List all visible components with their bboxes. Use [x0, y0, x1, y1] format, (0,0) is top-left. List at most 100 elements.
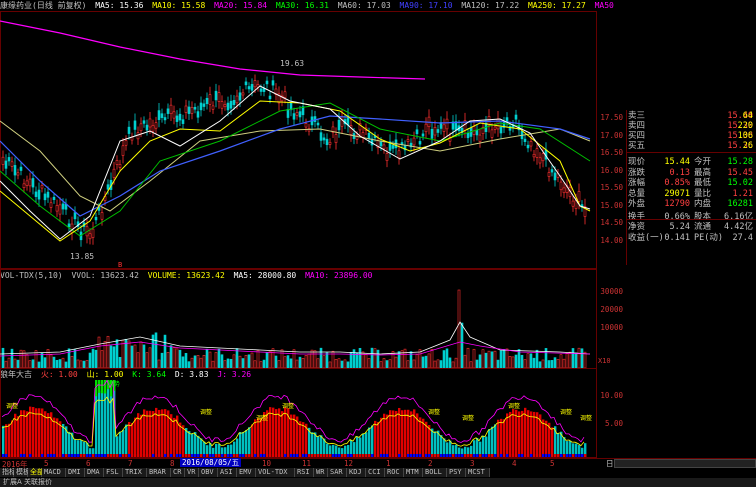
tab-指标[interactable]: 指标 — [0, 468, 16, 477]
tab-rsi[interactable]: RSI — [295, 468, 314, 477]
volume-bar — [481, 349, 485, 368]
quote-row: 涨跌 0.13 最高 15.45 — [626, 168, 756, 178]
volume-bar — [211, 360, 215, 368]
candle — [316, 119, 320, 130]
indicator-bar — [374, 420, 377, 457]
bottom-bar[interactable]: 扩展A 关联报价 — [0, 478, 756, 487]
month-label: 2 — [428, 459, 433, 468]
indicator-base — [446, 454, 449, 457]
volume-bar — [1, 347, 5, 368]
indicator-base — [101, 454, 104, 457]
period-selector[interactable]: 日 — [606, 458, 614, 469]
candle — [70, 216, 74, 241]
indicator-bar — [530, 411, 533, 457]
indicator-base — [158, 454, 161, 457]
indicator-bar — [371, 425, 374, 457]
candle — [127, 120, 131, 140]
indicator-base — [482, 454, 485, 457]
tab-obv[interactable]: OBV — [199, 468, 218, 477]
volume-bar — [460, 322, 464, 368]
volume-bar — [421, 356, 425, 368]
indicator-bar — [392, 410, 395, 457]
tab-全部[interactable]: 全部 — [28, 468, 44, 477]
volume-bar — [316, 358, 320, 368]
candle — [418, 137, 422, 149]
tab-cci[interactable]: CCI — [366, 468, 385, 477]
candle — [409, 138, 413, 152]
quote-key: 涨跌 — [628, 167, 646, 178]
tab-trix[interactable]: TRIX — [123, 468, 147, 477]
order-book-size: 26 — [742, 141, 753, 151]
tab-roc[interactable]: ROC — [385, 468, 404, 477]
indicator-base — [2, 454, 5, 457]
price-chart[interactable]: 19.63 13.85 B — [0, 11, 597, 269]
tab-模板[interactable]: 模板 — [14, 468, 30, 477]
tab-cr[interactable]: CR — [171, 468, 185, 477]
volume-bar — [76, 359, 80, 368]
tab-asi[interactable]: ASI — [218, 468, 237, 477]
tab-dmi[interactable]: DMI — [66, 468, 85, 477]
volume-chart[interactable] — [0, 282, 597, 368]
indicator-bar — [536, 412, 539, 457]
tab-dma[interactable]: DMA — [85, 468, 104, 477]
volume-bar — [55, 359, 59, 368]
volume-bar — [301, 358, 305, 368]
tab-wr[interactable]: WR — [314, 468, 328, 477]
candle — [295, 107, 299, 120]
volume-bars — [1, 289, 587, 368]
indicator-base — [281, 454, 284, 457]
indicator-base — [5, 454, 8, 457]
indicator-base — [524, 454, 527, 457]
volume-bar — [238, 355, 242, 368]
volume-bar — [529, 353, 533, 368]
indicator-base — [182, 454, 185, 457]
tab-brar[interactable]: BRAR — [147, 468, 171, 477]
tab-kdj[interactable]: KDJ — [347, 468, 366, 477]
indicator-base — [110, 454, 113, 457]
volume-bar — [343, 359, 347, 368]
price-tick: 15.50 — [600, 183, 623, 192]
indicator-base — [455, 454, 458, 457]
volume-bar — [43, 357, 47, 368]
indicator-bar — [509, 411, 512, 457]
horizontal-scrollbar[interactable] — [614, 459, 756, 468]
tab-psy[interactable]: PSY — [447, 468, 466, 477]
volume-bar — [457, 289, 461, 368]
indicator-bar — [152, 411, 155, 457]
tab-mcst[interactable]: MCST — [466, 468, 490, 477]
volume-bar — [31, 359, 35, 368]
indicator-bar — [521, 410, 524, 457]
adjust-marker: 调整 — [282, 402, 294, 410]
tab-sar[interactable]: SAR — [328, 468, 347, 477]
tab-fsl[interactable]: FSL — [104, 468, 123, 477]
indicator-base — [50, 454, 53, 457]
tab-vr[interactable]: VR — [185, 468, 199, 477]
indicator-base — [266, 454, 269, 457]
tab-mtm[interactable]: MTM — [404, 468, 423, 477]
volume-bar — [118, 356, 122, 368]
indicator-bar — [269, 407, 272, 457]
indicator-base — [20, 454, 23, 457]
indicator-bar — [557, 432, 560, 457]
indicator-base — [317, 454, 320, 457]
tab-emv[interactable]: EMV — [237, 468, 256, 477]
volume-bar — [514, 354, 518, 368]
candle — [274, 83, 278, 101]
tab-macd[interactable]: MACD — [42, 468, 66, 477]
ma90-label: MA90: 17.10 — [399, 1, 453, 10]
indicator-base — [35, 454, 38, 457]
ma30-label: MA30: 16.31 — [275, 1, 329, 10]
quote-key: 最低 — [694, 178, 712, 188]
ma10-line — [0, 100, 591, 242]
indicator-chart[interactable]: 调整调整调整调整调整调整调整调整调整 转势 — [0, 380, 597, 457]
ma20-label: MA20: 15.84 — [214, 1, 268, 10]
volume-bar — [574, 352, 578, 368]
candle — [64, 198, 68, 215]
volume-bar — [142, 344, 146, 368]
tab-boll[interactable]: BOLL — [423, 468, 447, 477]
candle — [7, 152, 11, 166]
volume-bar — [91, 348, 95, 368]
indicator-bar — [143, 409, 146, 457]
tab-vol-tdx[interactable]: VOL-TDX — [256, 468, 295, 477]
indicator-base — [287, 454, 290, 457]
